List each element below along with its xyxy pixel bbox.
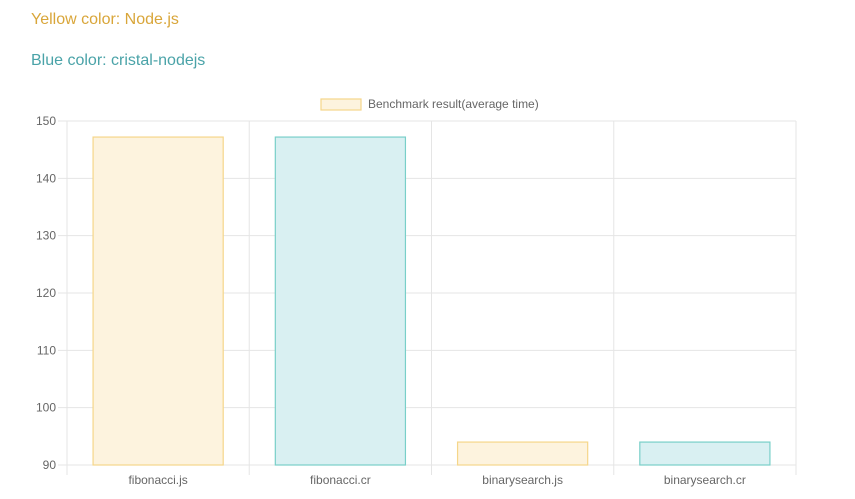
x-tick-label: binarysearch.cr <box>664 473 746 487</box>
x-tick-label: binarysearch.js <box>482 473 563 487</box>
y-tick-label: 110 <box>37 343 56 357</box>
blue-color-caption: Blue color: cristal-nodejs <box>31 52 206 69</box>
y-tick-label: 120 <box>36 286 56 300</box>
bar-chart: 90 100 110 120 130 140 150 fibonacci.js fibonacc… <box>36 97 797 487</box>
yellow-color-caption: Yellow color: Node.js <box>31 11 179 28</box>
legend-label[interactable]: Benchmark result(average time) <box>368 97 539 111</box>
bar-binarysearch-cr[interactable] <box>639 441 771 466</box>
bar-binarysearch-js[interactable] <box>456 441 589 466</box>
y-tick-label: 90 <box>43 458 57 472</box>
x-tick-label: fibonacci.cr <box>310 473 371 487</box>
y-tick-label: 100 <box>36 401 56 415</box>
bar-fibonacci-js[interactable] <box>92 136 224 466</box>
chart-legend[interactable]: Benchmark result(average time) <box>320 97 539 111</box>
x-tick-label: fibonacci.js <box>128 473 187 487</box>
y-tick-label: 150 <box>36 114 56 128</box>
legend-swatch[interactable] <box>320 98 362 111</box>
bar-fibonacci-cr[interactable] <box>274 136 407 466</box>
y-tick-label: 130 <box>36 229 56 243</box>
y-tick-label: 140 <box>36 171 56 185</box>
